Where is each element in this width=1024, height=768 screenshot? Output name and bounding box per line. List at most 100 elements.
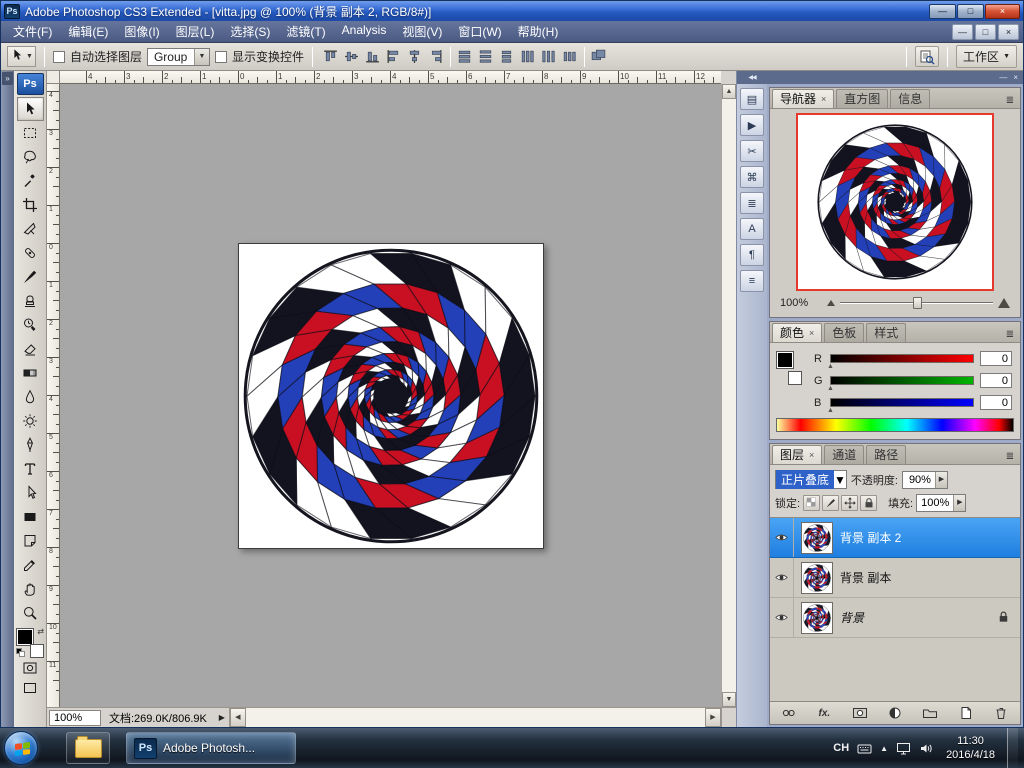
channel-slider[interactable]: ▲ bbox=[830, 354, 974, 363]
channel-value-field[interactable]: 0 bbox=[980, 351, 1012, 366]
distribute-left-edges-button[interactable] bbox=[518, 47, 538, 67]
channel-slider[interactable]: ▲ bbox=[830, 398, 974, 407]
menu-item-0[interactable]: 文件(F) bbox=[5, 20, 60, 43]
align-top-edges-button[interactable] bbox=[321, 47, 341, 67]
gradient-tool[interactable] bbox=[17, 361, 44, 385]
show-hidden-icons-button[interactable]: ▲ bbox=[880, 744, 888, 753]
taskbar-explorer-button[interactable] bbox=[66, 732, 110, 764]
show-desktop-button[interactable] bbox=[1007, 728, 1018, 768]
layer-comps-panel-icon[interactable]: ≣ bbox=[740, 192, 764, 214]
quick-mask-button[interactable] bbox=[18, 658, 42, 678]
lasso-tool[interactable] bbox=[17, 145, 44, 169]
align-vertical-centers-button[interactable] bbox=[342, 47, 362, 67]
delete-layer-button[interactable] bbox=[992, 705, 1010, 722]
foreground-color-swatch[interactable] bbox=[777, 352, 793, 368]
layer-mask-button[interactable] bbox=[851, 705, 869, 722]
character-panel-icon[interactable]: A bbox=[740, 218, 764, 240]
channel-slider-thumb[interactable]: ▲ bbox=[827, 385, 834, 392]
animation-panel-icon[interactable]: ✂ bbox=[740, 140, 764, 162]
actions-panel-icon[interactable]: ▶ bbox=[740, 114, 764, 136]
workspace-button[interactable]: 工作区 ▼ bbox=[956, 45, 1017, 68]
toolbox-expand-button[interactable]: » bbox=[2, 72, 13, 85]
document-minimize-button[interactable]: — bbox=[952, 24, 973, 40]
distribute-top-edges-button[interactable] bbox=[455, 47, 475, 67]
layer-thumbnail[interactable] bbox=[801, 522, 833, 554]
menu-item-8[interactable]: 窗口(W) bbox=[450, 20, 509, 43]
taskbar-photoshop-button[interactable]: Ps Adobe Photosh... bbox=[126, 732, 296, 764]
menu-item-7[interactable]: 视图(V) bbox=[394, 20, 450, 43]
layer-group-button[interactable] bbox=[921, 705, 939, 722]
layer-visibility-toggle[interactable] bbox=[770, 518, 794, 557]
layer-thumbnail[interactable] bbox=[801, 602, 833, 634]
show-transform-controls-checkbox[interactable] bbox=[215, 51, 227, 63]
auto-align-layers-button[interactable] bbox=[589, 47, 609, 67]
color-tab-2[interactable]: 样式 bbox=[866, 323, 906, 342]
distribute-vertical-centers-button[interactable] bbox=[476, 47, 496, 67]
screen-mode-button[interactable] bbox=[18, 678, 42, 698]
lock-position-button[interactable] bbox=[841, 495, 858, 511]
magic-wand-tool[interactable] bbox=[17, 169, 44, 193]
zoom-slider-thumb[interactable] bbox=[913, 297, 922, 309]
channel-slider[interactable]: ▲ bbox=[830, 376, 974, 385]
paragraph-panel-icon[interactable]: ¶ bbox=[740, 244, 764, 266]
menu-item-6[interactable]: Analysis bbox=[334, 20, 395, 43]
channel-slider-thumb[interactable]: ▲ bbox=[827, 407, 834, 414]
menu-item-5[interactable]: 滤镜(T) bbox=[278, 20, 333, 43]
volume-icon[interactable] bbox=[919, 742, 934, 755]
lock-image-button[interactable] bbox=[822, 495, 839, 511]
blend-mode-dropdown[interactable]: 正片叠底 ▼ bbox=[775, 470, 847, 489]
start-button[interactable] bbox=[4, 731, 38, 765]
pen-tool[interactable] bbox=[17, 433, 44, 457]
navigator-panel-menu-icon[interactable]: ≣ bbox=[1002, 93, 1018, 108]
fill-field[interactable]: 100% ▶ bbox=[916, 494, 966, 512]
adjustment-layer-button[interactable] bbox=[886, 705, 904, 722]
styles-panel-icon[interactable]: ≡ bbox=[740, 270, 764, 292]
vertical-scrollbar[interactable]: ▲ ▼ bbox=[721, 84, 736, 707]
scroll-left-button[interactable]: ◀ bbox=[230, 708, 246, 727]
background-color-swatch[interactable] bbox=[30, 644, 44, 658]
navigator-tab-1[interactable]: 直方图 bbox=[836, 89, 888, 108]
layers-tab-2[interactable]: 路径 bbox=[866, 445, 906, 464]
foreground-color-swatch[interactable] bbox=[17, 629, 33, 645]
eyedropper-tool[interactable] bbox=[17, 553, 44, 577]
menu-item-9[interactable]: 帮助(H) bbox=[510, 20, 567, 43]
navigator-tab-0[interactable]: 导航器× bbox=[772, 89, 834, 108]
document-close-button[interactable]: × bbox=[998, 24, 1019, 40]
lock-all-button[interactable] bbox=[860, 495, 877, 511]
opacity-field[interactable]: 90% ▶ bbox=[902, 471, 948, 489]
blur-tool[interactable] bbox=[17, 385, 44, 409]
menu-item-2[interactable]: 图像(I) bbox=[116, 20, 167, 43]
menu-item-3[interactable]: 图层(L) bbox=[168, 20, 223, 43]
layer-thumbnail[interactable] bbox=[801, 562, 833, 594]
fill-slider-icon[interactable]: ▶ bbox=[953, 495, 965, 511]
layers-tab-close-icon[interactable]: × bbox=[809, 450, 814, 460]
default-colors-icon[interactable] bbox=[16, 648, 25, 657]
canvas-area[interactable] bbox=[60, 84, 721, 707]
align-bottom-edges-button[interactable] bbox=[363, 47, 383, 67]
title-bar[interactable]: Ps Adobe Photoshop CS3 Extended - [vitta… bbox=[1, 1, 1023, 21]
align-right-edges-button[interactable] bbox=[426, 47, 446, 67]
clone-source-panel-icon[interactable]: ⌘ bbox=[740, 166, 764, 188]
notes-tool[interactable] bbox=[17, 529, 44, 553]
distribute-right-edges-button[interactable] bbox=[560, 47, 580, 67]
channel-value-field[interactable]: 0 bbox=[980, 373, 1012, 388]
dodge-tool[interactable] bbox=[17, 409, 44, 433]
color-spectrum-bar[interactable] bbox=[776, 418, 1014, 432]
color-tab-0[interactable]: 颜色× bbox=[772, 323, 822, 342]
layer-visibility-toggle[interactable] bbox=[770, 598, 794, 637]
link-layers-button[interactable] bbox=[780, 705, 798, 722]
layers-panel-menu-icon[interactable]: ≣ bbox=[1002, 449, 1018, 464]
navigator-zoom-slider[interactable] bbox=[840, 297, 993, 309]
auto-select-scope-dropdown[interactable]: Group ▼ bbox=[147, 48, 210, 66]
distribute-horizontal-centers-button[interactable] bbox=[539, 47, 559, 67]
zoom-in-icon[interactable] bbox=[998, 298, 1010, 308]
vertical-ruler[interactable]: 432101234567891011 bbox=[47, 84, 60, 707]
go-to-bridge-button[interactable] bbox=[915, 46, 939, 67]
keyboard-icon[interactable] bbox=[857, 743, 872, 754]
type-tool[interactable] bbox=[17, 457, 44, 481]
status-flyout-icon[interactable]: ▶ bbox=[215, 713, 229, 722]
layer-visibility-toggle[interactable] bbox=[770, 558, 794, 597]
tool-preset-picker[interactable]: ▼ bbox=[7, 46, 36, 67]
hand-tool[interactable] bbox=[17, 577, 44, 601]
taskbar-clock[interactable]: 11:30 2016/4/18 bbox=[942, 734, 999, 762]
